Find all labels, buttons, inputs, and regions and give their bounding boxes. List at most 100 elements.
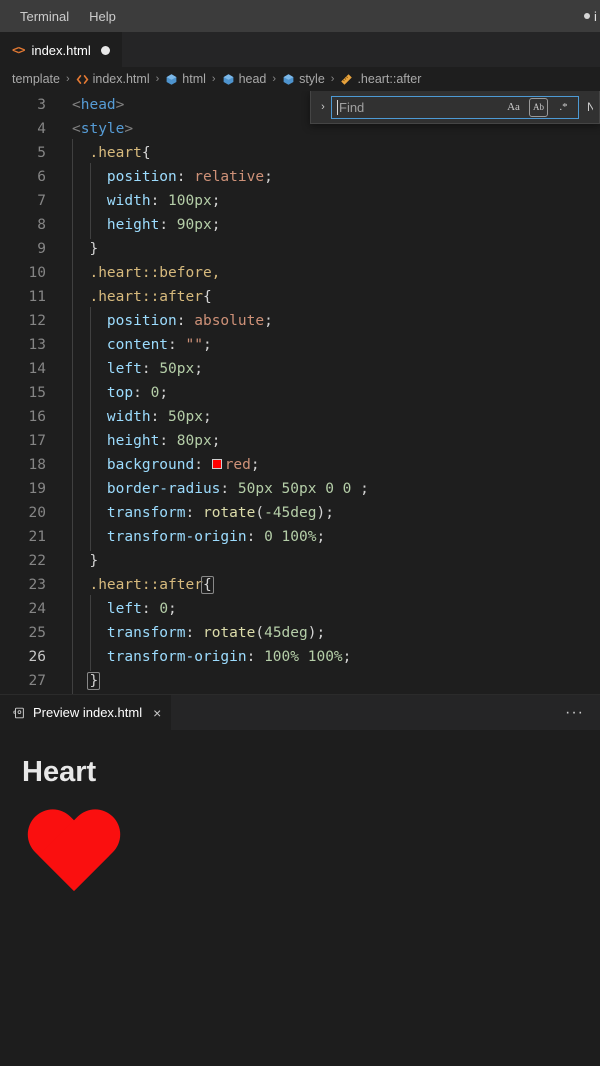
code-line-text[interactable]: height: 80px; [62,427,600,455]
code-line[interactable]: 5 .heart{ [0,139,600,167]
code-line[interactable]: 27 } [0,667,600,694]
code-token: { [202,289,212,305]
menu-item-help[interactable]: Help [79,6,126,27]
code-line-text[interactable]: .heart::before, [62,259,600,287]
code-token: transform-origin [106,529,247,545]
code-line[interactable]: 8 height: 90px; [0,211,600,239]
code-line[interactable]: 25 transform: rotate(45deg); [0,619,600,647]
code-line-text[interactable]: border-radius: 50px 50px 0 0 ; [62,475,600,503]
line-number: 12 [28,313,46,329]
code-lines-container[interactable]: 3 <head> 4 <style> 5 .heart{6 position: rela… [0,91,600,694]
close-icon[interactable]: × [153,705,161,721]
more-actions-icon[interactable]: ··· [565,695,600,730]
code-token: : [159,217,177,233]
code-line[interactable]: 23 .heart::after{ [0,571,600,599]
code-editor[interactable]: 3 <head> 4 <style> 5 .heart{6 position: rela… [0,91,600,694]
code-line[interactable]: 16 width: 50px; [0,403,600,431]
breadcrumb-item-index-html[interactable]: index.html [76,72,150,86]
code-token: background [106,457,195,473]
code-line-text[interactable]: transform: rotate(45deg); [62,619,600,647]
breadcrumb-item-template[interactable]: template [12,72,60,86]
match-case-icon[interactable]: Aa [504,98,523,117]
line-number: 18 [28,457,46,473]
code-line[interactable]: 18 background: red; [0,451,600,479]
code-line[interactable]: 10 .heart::before, [0,259,600,287]
line-number: 10 [28,265,46,281]
code-line-text[interactable]: .heart::after{ [62,571,600,599]
find-input[interactable]: Find Aa Ab .* [331,95,579,119]
code-token: : [246,649,265,665]
find-input-placeholder: Find [339,99,365,115]
code-line[interactable]: 20 transform: rotate(-45deg); [0,499,600,527]
code-line-text[interactable]: left: 50px; [62,355,600,383]
bracket-match-highlight: } [87,672,101,690]
code-token: > [124,121,134,137]
tab-preview-index-html[interactable]: Preview index.html × [0,695,172,730]
code-line-text[interactable]: position: relative; [62,163,600,191]
code-line[interactable]: 7 width: 100px; [0,187,600,215]
code-token: : [194,457,212,473]
toggle-replace-icon[interactable]: › [315,95,331,119]
code-token: : [159,433,177,449]
menubar-right-group: i [584,0,600,32]
find-result-count: No [587,100,593,114]
code-token: ; [202,337,212,353]
code-line-text[interactable]: } [62,667,600,694]
code-line[interactable]: 14 left: 50px; [0,355,600,383]
code-line-text[interactable]: transform-origin: 100% 100%; [62,643,600,671]
code-line-text[interactable]: width: 100px; [62,187,600,215]
code-token: red [224,457,251,473]
code-token: 50px [168,409,203,425]
code-line[interactable]: 13 content: ""; [0,331,600,359]
code-line[interactable]: 11 .heart::after{ [0,283,600,311]
unsaved-changes-icon[interactable] [100,45,110,55]
code-token: > [115,97,125,113]
code-line-text[interactable]: left: 0; [62,595,600,623]
color-swatch-icon[interactable] [211,459,222,469]
menubar-cutoff-text: i [594,8,597,24]
code-line[interactable]: 26 transform-origin: 100% 100%; [0,643,600,671]
code-line-text[interactable]: .heart::after{ [62,283,600,311]
code-line-text[interactable]: content: ""; [62,331,600,359]
code-line-text[interactable]: background: red; [62,451,600,479]
code-line-text[interactable]: width: 50px; [62,403,600,431]
code-line-text[interactable]: .heart{ [62,139,600,167]
code-token: : [133,385,151,401]
code-line-text[interactable]: } [62,547,600,575]
line-number: 6 [37,169,46,185]
breadcrumb-separator-icon: › [211,73,216,85]
use-regex-icon[interactable]: .* [554,98,573,117]
breadcrumb-item-style[interactable]: style [282,72,325,86]
code-token: transform [106,505,186,521]
code-line[interactable]: 24 left: 0; [0,595,600,623]
code-line-text[interactable]: transform: rotate(-45deg); [62,499,600,527]
breadcrumb-item-html[interactable]: html [165,72,206,86]
code-line[interactable]: 12 position: absolute; [0,307,600,335]
code-line-text[interactable]: height: 90px; [62,211,600,239]
code-line[interactable]: 22 } [0,547,600,575]
code-token: ; [250,457,260,473]
code-token: height [106,217,160,233]
code-line-text[interactable]: top: 0; [62,379,600,407]
code-line[interactable]: 9 } [0,235,600,263]
match-whole-word-icon[interactable]: Ab [529,97,548,117]
preview-icon [12,706,26,720]
code-line[interactable]: 15 top: 0; [0,379,600,407]
tab-index-html[interactable]: <> index.html [0,32,122,67]
code-line-text[interactable]: position: absolute; [62,307,600,335]
code-line[interactable]: 19 border-radius: 50px 50px 0 0 ; [0,475,600,503]
code-line[interactable]: 6 position: relative; [0,163,600,191]
code-token: style [80,121,125,137]
code-line-text[interactable]: transform-origin: 0 100%; [62,523,600,551]
find-widget[interactable]: › Find Aa Ab .* No [310,91,600,124]
heart-shape [24,811,124,901]
code-line-text[interactable]: } [62,235,600,263]
code-line[interactable]: 17 height: 80px; [0,427,600,455]
breadcrumb-item-head[interactable]: head [222,72,266,86]
code-line[interactable]: 21 transform-origin: 0 100%; [0,523,600,551]
menu-item-terminal[interactable]: Terminal [10,6,79,27]
breadcrumb-item-heart-after[interactable]: .heart::after [340,72,421,86]
